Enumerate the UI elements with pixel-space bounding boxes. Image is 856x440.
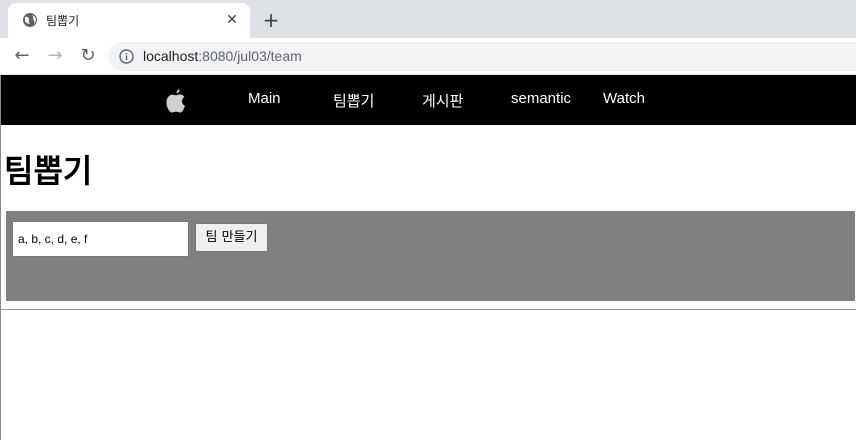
globe-icon: [22, 12, 38, 28]
nav-link-board[interactable]: 게시판: [422, 90, 463, 111]
browser-tab[interactable]: 팀뽑기 ✕: [8, 3, 250, 38]
info-icon[interactable]: [119, 49, 134, 64]
forward-arrow-icon[interactable]: →: [44, 45, 66, 67]
close-icon[interactable]: ✕: [224, 12, 240, 28]
reload-icon[interactable]: ↻: [77, 45, 99, 67]
address-bar[interactable]: localhost:8080/jul03/team: [108, 42, 856, 71]
back-arrow-icon[interactable]: ←: [11, 45, 33, 67]
tab-title: 팀뽑기: [46, 14, 80, 28]
url-text: localhost:8080/jul03/team: [143, 48, 302, 64]
nav-link-watch[interactable]: Watch: [603, 90, 645, 107]
make-team-button[interactable]: 팀 만들기: [195, 223, 268, 252]
browser-tabstrip: 팀뽑기 ✕ +: [0, 0, 856, 38]
page-title: 팀뽑기: [4, 152, 93, 190]
page-viewport: Main 팀뽑기 게시판 semantic Watch 팀뽑기 팀 만들기: [0, 75, 856, 440]
url-host: localhost: [143, 48, 199, 64]
url-path: :8080/jul03/team: [198, 48, 302, 64]
browser-toolbar: ← → ↻ localhost:8080/jul03/team: [0, 38, 856, 75]
nav-link-team[interactable]: 팀뽑기: [333, 90, 374, 111]
nav-link-semantic[interactable]: semantic: [511, 90, 571, 107]
names-input[interactable]: [12, 221, 189, 257]
site-nav: Main 팀뽑기 게시판 semantic Watch: [1, 75, 856, 125]
nav-link-main[interactable]: Main: [248, 90, 281, 107]
team-form-panel: 팀 만들기: [6, 211, 855, 301]
apple-icon[interactable]: [164, 88, 188, 114]
new-tab-icon[interactable]: +: [260, 9, 282, 31]
divider: [1, 309, 856, 310]
